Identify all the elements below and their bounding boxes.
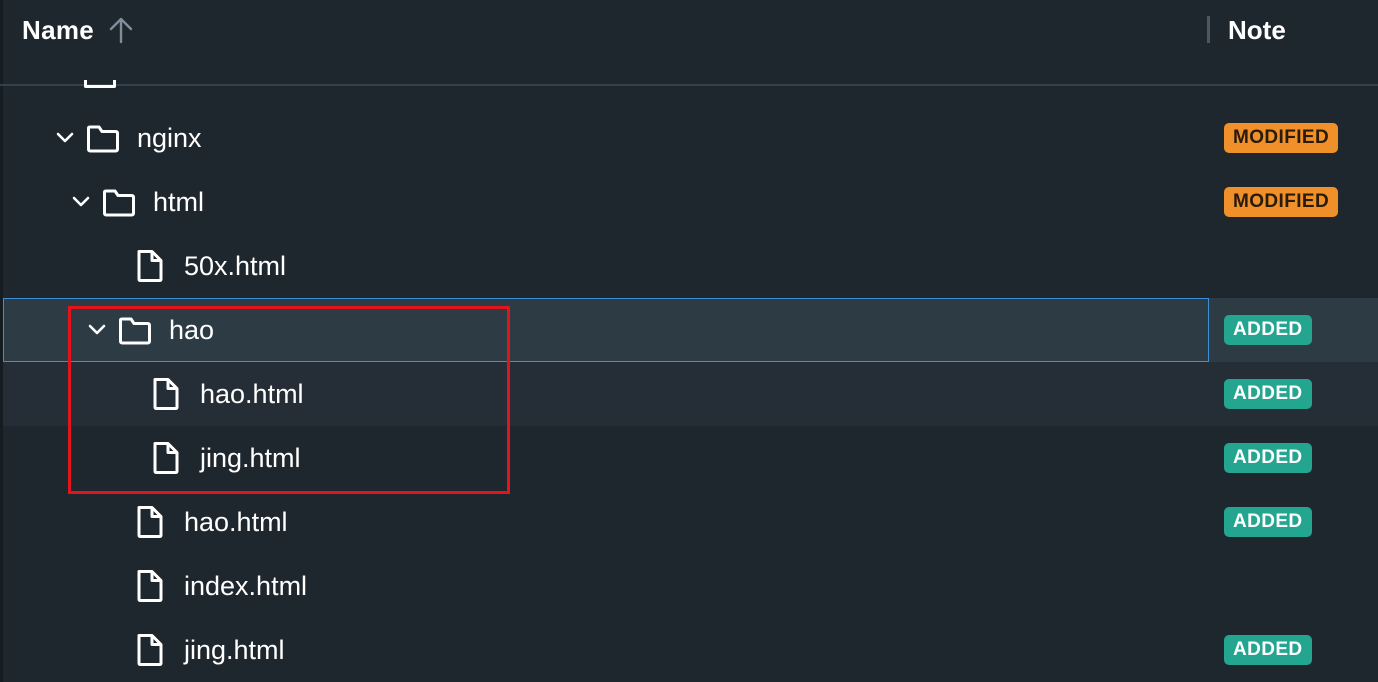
tree-item-label: hao.html — [184, 506, 288, 537]
tree-item: jing.html — [132, 618, 285, 682]
status-badge: MODIFIED — [1224, 187, 1339, 217]
tree-item: index.html — [132, 554, 307, 618]
tree-item: 50x.html — [132, 234, 286, 298]
tree-row-folder[interactable]: html MODIFIED — [3, 170, 1378, 234]
status-badge: ADDED — [1224, 635, 1312, 665]
note-column-label: Note — [1228, 14, 1286, 45]
file-icon — [132, 504, 168, 540]
status-badge: ADDED — [1224, 379, 1312, 409]
status-badge: MODIFIED — [1224, 123, 1339, 153]
file-icon — [148, 440, 184, 476]
chevron-down-icon[interactable] — [55, 128, 75, 148]
tree-item: hao.html — [148, 362, 304, 426]
tree-item-label: jing.html — [200, 442, 301, 473]
file-icon — [148, 376, 184, 412]
name-column-label: Name — [22, 14, 95, 45]
file-icon — [132, 568, 168, 604]
file-icon — [132, 248, 168, 284]
tree-row-folder[interactable]: hao ADDED — [3, 298, 1378, 362]
tree-item: hao — [87, 298, 214, 362]
folder-icon — [117, 312, 153, 348]
tree-item: html — [71, 170, 204, 234]
tree-item: hao.html — [132, 490, 288, 554]
tree-row-file[interactable]: hao.html ADDED — [3, 362, 1378, 426]
tree-item-label: hao.html — [200, 378, 304, 409]
tree-item-label: jing.html — [184, 634, 285, 665]
arrow-up-icon[interactable] — [108, 16, 134, 44]
folder-icon — [84, 80, 118, 90]
note-column-header[interactable]: Note — [1228, 14, 1286, 46]
tree-row-folder[interactable]: nginx MODIFIED — [3, 106, 1378, 170]
column-header: Name Note — [0, 0, 1378, 86]
tree-item-label: nginx — [137, 122, 202, 153]
file-tree-panel: Name Note nginx MODIFIED html MODIFIED 50x.h… — [0, 0, 1378, 682]
column-resize-handle[interactable] — [1207, 16, 1210, 43]
tree-row-file[interactable]: jing.html ADDED — [3, 426, 1378, 490]
tree-item-label: index.html — [184, 570, 308, 601]
status-badge: ADDED — [1224, 315, 1312, 345]
file-icon — [132, 632, 168, 668]
tree-row-file[interactable]: 50x.html — [3, 234, 1378, 298]
status-badge: ADDED — [1224, 507, 1312, 537]
tree-row-file[interactable]: index.html — [3, 554, 1378, 618]
tree-item: jing.html — [148, 426, 301, 490]
chevron-down-icon[interactable] — [71, 192, 91, 212]
tree-item-label: hao — [169, 314, 215, 345]
folder-icon — [85, 120, 121, 156]
tree-item-label: html — [153, 186, 205, 217]
status-badge: ADDED — [1224, 443, 1312, 473]
chevron-down-icon[interactable] — [87, 320, 107, 340]
tree-row-file[interactable]: hao.html ADDED — [3, 490, 1378, 554]
tree-row-file[interactable]: jing.html ADDED — [3, 618, 1378, 682]
tree-item-label: 50x.html — [184, 250, 287, 281]
name-column-header[interactable]: Name — [22, 14, 134, 46]
folder-icon — [101, 184, 137, 220]
tree-item: nginx — [55, 106, 202, 170]
